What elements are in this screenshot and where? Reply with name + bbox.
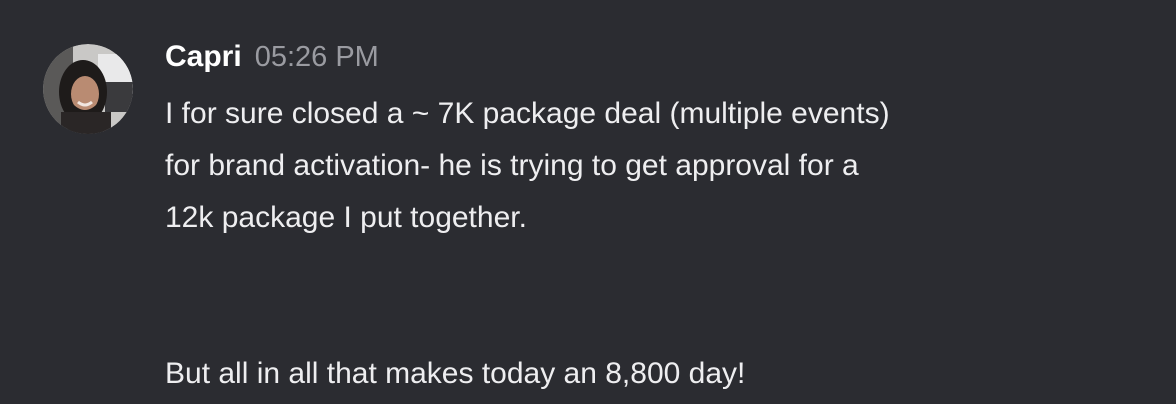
message-body: I for sure closed a ~ 7K package deal (m… [165, 88, 1125, 400]
message-paragraph: I for sure closed a ~ 7K package deal (m… [165, 97, 890, 234]
message-paragraph: But all in all that makes today an 8,800… [165, 357, 746, 390]
message-header: Capri 05:26 PM [165, 40, 379, 80]
avatar[interactable] [43, 44, 133, 134]
author-name[interactable]: Capri [165, 40, 242, 74]
user-avatar-icon [43, 44, 133, 134]
chat-message: Capri 05:26 PM I for sure closed a ~ 7K … [0, 0, 1176, 404]
message-timestamp: 05:26 PM [254, 41, 379, 73]
